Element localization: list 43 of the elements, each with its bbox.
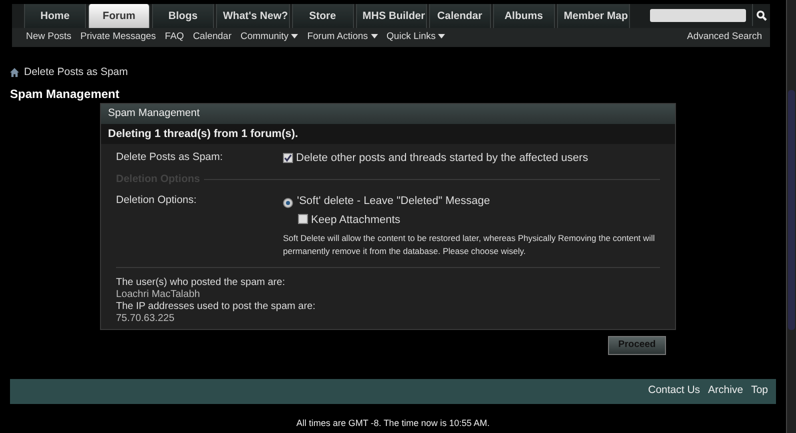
- breadcrumb-link[interactable]: Delete Posts as Spam: [24, 65, 128, 81]
- nav-tab[interactable]: What's New?: [216, 4, 290, 28]
- checked-checkbox[interactable]: [283, 153, 293, 163]
- radio-option[interactable]: 'Soft' delete - Leave "Deleted" Message: [283, 193, 490, 210]
- info-label: The IP addresses used to post the spam are:: [116, 301, 316, 314]
- footer-link[interactable]: Archive: [708, 383, 744, 399]
- radio-button[interactable]: [283, 198, 293, 208]
- nav-tab[interactable]: Forum: [88, 4, 150, 28]
- field-label: Deletion Options:: [116, 193, 198, 208]
- nav-tab[interactable]: Blogs: [152, 4, 214, 28]
- nav-link[interactable]: Calendar: [192, 30, 232, 45]
- footer-link[interactable]: Contact Us: [648, 383, 700, 399]
- search-icon: [756, 10, 767, 20]
- nav-tab[interactable]: Member Map: [556, 4, 630, 28]
- dialog-title: Spam Management: [101, 104, 675, 124]
- checkbox[interactable]: [298, 214, 308, 224]
- nav-link[interactable]: Forum Actions: [307, 30, 378, 45]
- info-label: The user(s) who posted the spam are:: [116, 277, 286, 290]
- field-label: Delete Posts as Spam:: [116, 150, 224, 165]
- nav-link[interactable]: Community: [240, 30, 298, 45]
- search-field[interactable]: [650, 9, 746, 22]
- nav-link[interactable]: FAQ: [164, 30, 184, 45]
- info-value: Loachri MacTalabh: [116, 289, 201, 302]
- dialog-subtitle: Deleting 1 thread(s) from 1 forum(s).: [101, 124, 675, 144]
- nav-tab[interactable]: Home: [24, 4, 86, 28]
- help-text: Soft Delete will allow the content to be restored later, whereas Physically Removing the content will permanently remove it from the database. Please choose wisely.: [283, 232, 656, 258]
- nav-link[interactable]: New Posts: [26, 30, 72, 45]
- nav-tab[interactable]: Albums: [492, 4, 555, 28]
- nav-tab[interactable]: Store: [292, 4, 354, 28]
- page-title: Spam Management: [10, 86, 120, 103]
- checkbox-option[interactable]: Delete other posts and threads started by the affected users: [283, 150, 588, 166]
- checkbox-option[interactable]: Keep Attachments: [298, 212, 400, 228]
- nav-tab[interactable]: MHS Builder: [356, 4, 427, 28]
- advanced-search-link[interactable]: Advanced Search: [687, 30, 762, 45]
- info-value: 75.70.63.225: [116, 313, 176, 326]
- nav-link[interactable]: Private Messages: [80, 30, 156, 45]
- search-button[interactable]: [752, 4, 770, 26]
- nav-tab[interactable]: Calendar: [428, 4, 491, 28]
- home-icon[interactable]: [10, 68, 19, 78]
- nav-link[interactable]: Quick Links: [386, 30, 446, 45]
- footer-link[interactable]: Top: [751, 383, 768, 399]
- time-note: All times are GMT -8. The time now is 10:55 AM.: [295, 416, 491, 430]
- scrollbar[interactable]: [786, 0, 796, 433]
